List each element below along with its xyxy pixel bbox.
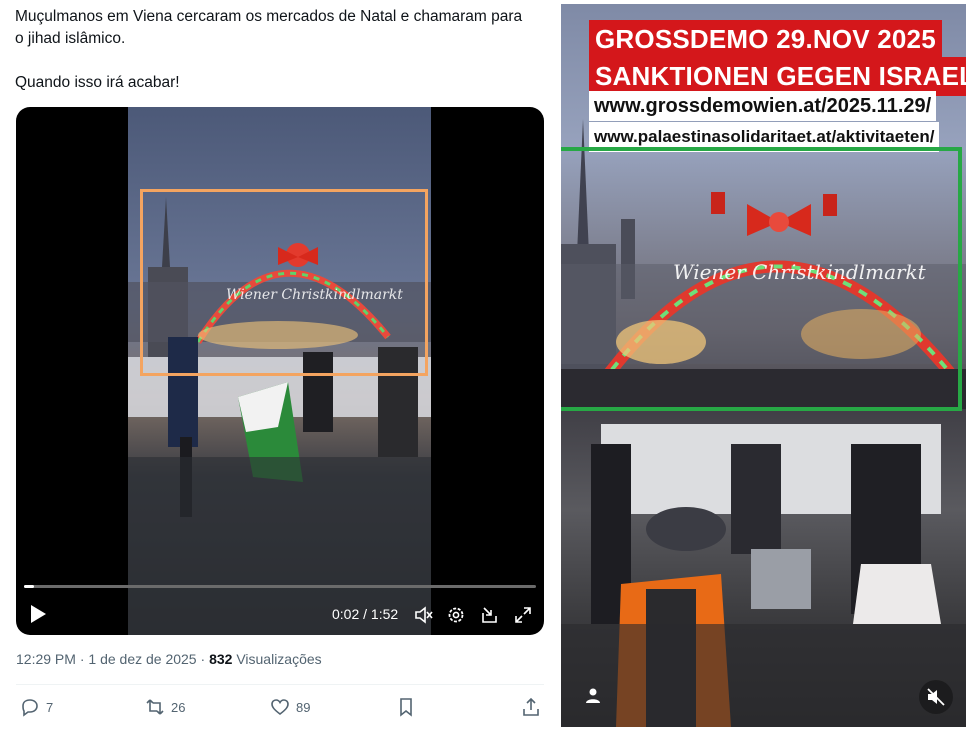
- settings-button[interactable]: [446, 605, 466, 625]
- reply-button[interactable]: 7: [20, 697, 53, 717]
- view-count: 832: [209, 651, 233, 667]
- pip-button[interactable]: [480, 605, 500, 625]
- video-time: 0:02 / 1:52: [332, 606, 399, 622]
- highlight-box-orange: [140, 189, 428, 376]
- tweet-time[interactable]: 12:29 PM: [16, 651, 76, 667]
- fullscreen-button[interactable]: [513, 605, 533, 625]
- tweet-text: Muçulmanos em Viena cercaram os mercados…: [15, 6, 535, 94]
- volume-muted-icon: [927, 688, 945, 706]
- person-icon: [586, 688, 600, 703]
- progress-fill: [24, 585, 35, 588]
- play-button[interactable]: [28, 603, 48, 625]
- views-label: Visualizações: [236, 651, 322, 667]
- heart-icon: [271, 699, 289, 716]
- repost-icon: [146, 699, 164, 715]
- share-icon: [523, 697, 539, 716]
- highlight-box-green: [561, 147, 962, 411]
- profile-button[interactable]: [583, 686, 603, 711]
- like-button[interactable]: 89: [270, 697, 310, 717]
- gear-icon: [448, 607, 464, 623]
- tweet-text-line-2: Quando isso irá acabar!: [15, 74, 180, 91]
- play-icon: [31, 605, 46, 623]
- story-image: Wiener Christkindlmarkt GROSSDEMO 29.NOV…: [561, 4, 966, 727]
- divider: [16, 684, 544, 685]
- mute-button[interactable]: [414, 605, 434, 625]
- picture-in-picture-icon: [482, 607, 497, 623]
- volume-muted-icon: [415, 606, 433, 624]
- bookmark-button[interactable]: [396, 697, 416, 717]
- tweet-meta: 12:29 PM · 1 de dez de 2025 · 832 Visual…: [16, 651, 322, 667]
- tweet-text-line-1: Muçulmanos em Viena cercaram os mercados…: [15, 8, 523, 47]
- repost-count: 26: [171, 699, 186, 715]
- like-count: 89: [296, 699, 311, 715]
- reply-count: 7: [46, 699, 54, 715]
- reply-icon: [22, 699, 38, 717]
- progress-bar[interactable]: [24, 585, 536, 588]
- share-button[interactable]: [521, 697, 541, 717]
- tweet-date[interactable]: 1 de dez de 2025: [88, 651, 196, 667]
- story-mute-button[interactable]: [919, 680, 953, 714]
- banner-line-1: GROSSDEMO 29.NOV 2025: [589, 20, 942, 59]
- url-line-1: www.grossdemowien.at/2025.11.29/: [589, 91, 937, 121]
- repost-button[interactable]: 26: [145, 697, 185, 717]
- bookmark-icon: [400, 698, 412, 717]
- expand-icon: [515, 607, 531, 623]
- video-player[interactable]: Wiener Christkindlmarkt 0:02 / 1:52: [16, 107, 544, 635]
